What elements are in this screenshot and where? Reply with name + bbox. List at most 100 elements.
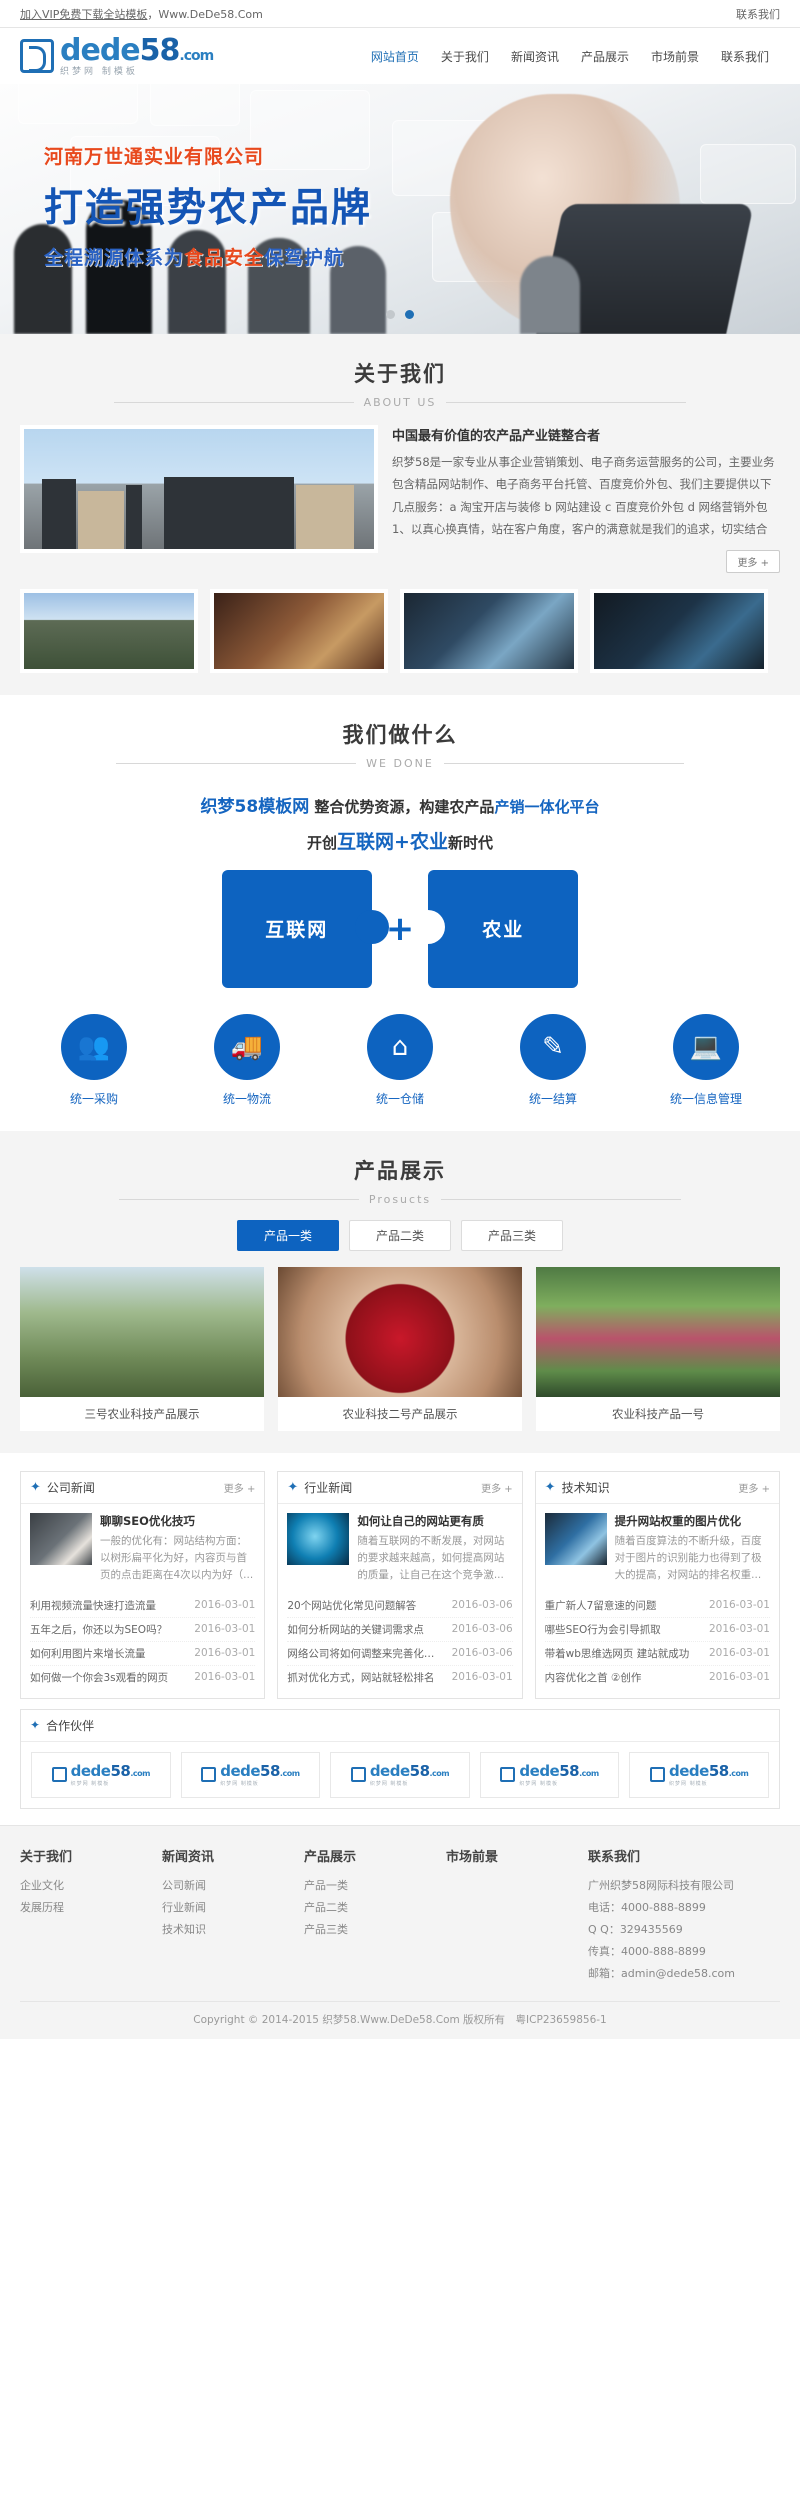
list-item[interactable]: 内容优化之首 ②创作 2016-03-01: [545, 1666, 770, 1689]
news-featured-desc-industry: 随着互联网的不断发展，对网站的要求越来越高，如何提高网站的质量，让自己在这个竞争…: [357, 1534, 505, 1582]
news-item-date: 2016-03-06: [451, 1647, 513, 1660]
service-item-logistics[interactable]: 🚚 统一物流: [187, 1013, 307, 1107]
product-caption-1: 三号农业科技产品展示: [20, 1396, 264, 1431]
news-list-tech: 重广新人7留意速的问题 2016-03-01 哪些SEO行为会引导抓取 2016-0…: [536, 1594, 779, 1698]
partner-logo-part2: 58: [559, 1762, 580, 1781]
partner-logo-part2: 58: [260, 1762, 280, 1781]
list-item[interactable]: 哪些SEO行为会引导抓取 2016-03-01: [544, 1618, 770, 1642]
nav-item-contact[interactable]: 联系我们: [710, 42, 780, 71]
footer-link-product-1[interactable]: 产品一类: [304, 1875, 432, 1897]
partner-logo-sub: 织梦网 制模板: [369, 1781, 409, 1788]
product-card-2[interactable]: 农业科技二号产品展示: [278, 1266, 522, 1431]
partner-logo-dot: .com: [728, 1769, 749, 1779]
news-more-company[interactable]: 更多 +: [224, 1480, 256, 1495]
partner-logo-dot: .com: [130, 1769, 150, 1779]
list-item[interactable]: 如何利用图片来增长流量 2016-03-01: [30, 1642, 256, 1666]
list-item[interactable]: 网络公司将如何调整来完善化推广 2016-03-06: [287, 1642, 513, 1666]
footer-columns: 关于我们 企业文化 发展历程 新闻资讯 公司新闻 行业新闻 技术知识 产品展示 …: [20, 1846, 780, 1985]
list-item[interactable]: 如何做一个你会3s观看的网页 2016-03-01: [30, 1666, 255, 1689]
news-featured-tech[interactable]: 提升网站权重的图片优化 随着百度算法的不断升级，百度对于图片的识别能力也得到了极…: [536, 1504, 779, 1594]
about-title: 关于我们: [354, 362, 446, 386]
list-item[interactable]: 抓对优化方式，网站就轻松排名 2016-03-01: [287, 1666, 512, 1689]
site-header: dede58.com 织梦网 制模板 网站首页 关于我们 新闻资讯 产品展示 市…: [0, 28, 800, 84]
list-item[interactable]: 20个网站优化常见问题解答 2016-03-06: [287, 1594, 513, 1618]
diamond-icon: ✦: [287, 1479, 299, 1495]
wedone-tagline: 织梦58模板网 整合优势资源，构建农产品产销一体化平台 开创互联网+农业新时代: [20, 792, 780, 854]
logo-subtitle: 织梦网 制模板: [60, 66, 138, 77]
logo-wordmark: dede58.com: [60, 35, 214, 66]
footer-link-product-2[interactable]: 产品二类: [304, 1897, 432, 1919]
vip-download-link[interactable]: 加入VIP免费下载全站模板: [20, 8, 147, 21]
banner-dot-2[interactable]: [404, 310, 414, 319]
partner-logo-2[interactable]: dede58.com 织梦网 制模板: [180, 1751, 321, 1798]
nav-item-about[interactable]: 关于我们: [430, 42, 500, 71]
service-label-settlement: 统一结算: [528, 1091, 577, 1106]
nav-item-home[interactable]: 网站首页: [360, 42, 430, 71]
diamond-icon: ✦: [30, 1479, 41, 1495]
top-bar-site: ，Www.DeDe58.Com: [147, 7, 263, 21]
banner-subheadline: 全程溯源体系为食品安全保驾护航: [44, 247, 345, 269]
footer-link-product-3[interactable]: 产品三类: [304, 1919, 432, 1941]
news-columns: ✦ 公司新闻 更多 + 聊聊SEO优化技巧 一般的优化有：网站结构方面：以树形扁…: [20, 1470, 780, 1699]
news-more-industry[interactable]: 更多 +: [481, 1480, 513, 1495]
about-more-button[interactable]: 更多 +: [726, 549, 780, 573]
news-featured-company[interactable]: 聊聊SEO优化技巧 一般的优化有：网站结构方面：以树形扁平化为好，内容页与首页的…: [21, 1504, 264, 1594]
puzzle-plus-sign: +: [385, 908, 415, 949]
list-item[interactable]: 如何分析网站的关键词需求点 2016-03-06: [287, 1618, 513, 1642]
partners-title: 合作伙伴: [46, 1718, 95, 1733]
about-thumb-1[interactable]: [20, 588, 198, 673]
about-thumb-4[interactable]: [590, 588, 768, 673]
product-card-3[interactable]: 农业科技产品一号: [536, 1266, 780, 1431]
news-more-tech[interactable]: 更多 +: [738, 1480, 770, 1495]
list-item[interactable]: 五年之后，你还以为SEO吗？ 2016-03-01: [30, 1618, 256, 1642]
banner-dot-1[interactable]: [386, 310, 396, 319]
service-item-information[interactable]: 💻 统一信息管理: [646, 1013, 766, 1107]
partner-logo-part1: dede: [369, 1762, 410, 1781]
nav-item-products[interactable]: 产品展示: [570, 42, 640, 71]
puzzle-piece-internet: 互联网: [221, 869, 389, 988]
product-card-1[interactable]: 三号农业科技产品展示: [20, 1266, 264, 1431]
partners-section: ✦ 合作伙伴 dede58.com 织梦网 制模板 dede58.com 织梦网 制…: [0, 1708, 800, 1825]
news-item-title: 利用视频流量快速打造流量: [30, 1599, 156, 1612]
wedone-section: 我们做什么 WE DONE 织梦58模板网 整合优势资源，构建农产品产销一体化平…: [0, 694, 800, 1131]
product-caption-3: 农业科技产品一号: [536, 1396, 780, 1431]
footer-link-history[interactable]: 发展历程: [20, 1897, 148, 1919]
partner-logo-dot: .com: [279, 1769, 300, 1779]
news-item-date: 2016-03-01: [708, 1647, 770, 1660]
service-item-procurement[interactable]: 👥 统一采购: [34, 1013, 154, 1107]
footer-column-about: 关于我们 企业文化 发展历程: [20, 1846, 148, 1985]
partner-logo-4[interactable]: dede58.com 织梦网 制模板: [479, 1751, 620, 1798]
news-column-title-industry: 行业新闻: [304, 1480, 353, 1495]
service-label-information: 统一信息管理: [669, 1091, 742, 1106]
list-item[interactable]: 带着wb思维选网页 建站就成功 2016-03-01: [544, 1642, 770, 1666]
nav-item-news[interactable]: 新闻资讯: [500, 42, 570, 71]
wedone-title: 我们做什么: [342, 722, 458, 747]
banner-pagination: [0, 308, 800, 322]
about-thumb-2[interactable]: [210, 588, 388, 673]
footer-link-company-news[interactable]: 公司新闻: [162, 1875, 290, 1897]
footer-link-tech-news[interactable]: 技术知识: [162, 1919, 290, 1941]
wedone-subtitle: WE DONE: [0, 757, 800, 770]
service-item-settlement[interactable]: ✎ 统一结算: [493, 1013, 613, 1107]
list-item[interactable]: 利用视频流量快速打造流量 2016-03-01: [30, 1594, 256, 1618]
top-bar-contact-link[interactable]: 联系我们: [736, 6, 780, 22]
nav-item-market[interactable]: 市场前景: [640, 42, 710, 71]
products-subtitle: Prosucts: [0, 1193, 800, 1206]
footer-link-culture[interactable]: 企业文化: [20, 1875, 148, 1897]
list-item[interactable]: 重广新人7留意速的问题 2016-03-01: [544, 1594, 770, 1618]
partner-logo-5[interactable]: dede58.com 织梦网 制模板: [629, 1751, 769, 1798]
partner-logo-3[interactable]: dede58.com 织梦网 制模板: [330, 1751, 470, 1798]
service-item-warehouse[interactable]: ⌂ 统一仓储: [340, 1013, 460, 1107]
footer-link-industry-news[interactable]: 行业新闻: [162, 1897, 290, 1919]
puzzle-graphic: 互联网 + 农业: [20, 869, 780, 988]
partner-logo-1[interactable]: dede58.com 织梦网 制模板: [31, 1751, 171, 1798]
tab-product-category-3[interactable]: 产品三类: [461, 1219, 564, 1251]
news-item-title: 带着wb思维选网页 建站就成功: [544, 1647, 690, 1660]
about-thumb-3[interactable]: [400, 588, 578, 673]
tab-product-category-2[interactable]: 产品二类: [348, 1219, 451, 1251]
partner-logo-part1: dede: [70, 1762, 111, 1781]
news-featured-industry[interactable]: 如何让自己的网站更有质 随着互联网的不断发展，对网站的要求越来越高，如何提高网站…: [278, 1504, 521, 1594]
news-item-title: 哪些SEO行为会引导抓取: [544, 1623, 661, 1636]
site-logo[interactable]: dede58.com 织梦网 制模板: [20, 35, 214, 77]
tab-product-category-1[interactable]: 产品一类: [236, 1219, 339, 1251]
